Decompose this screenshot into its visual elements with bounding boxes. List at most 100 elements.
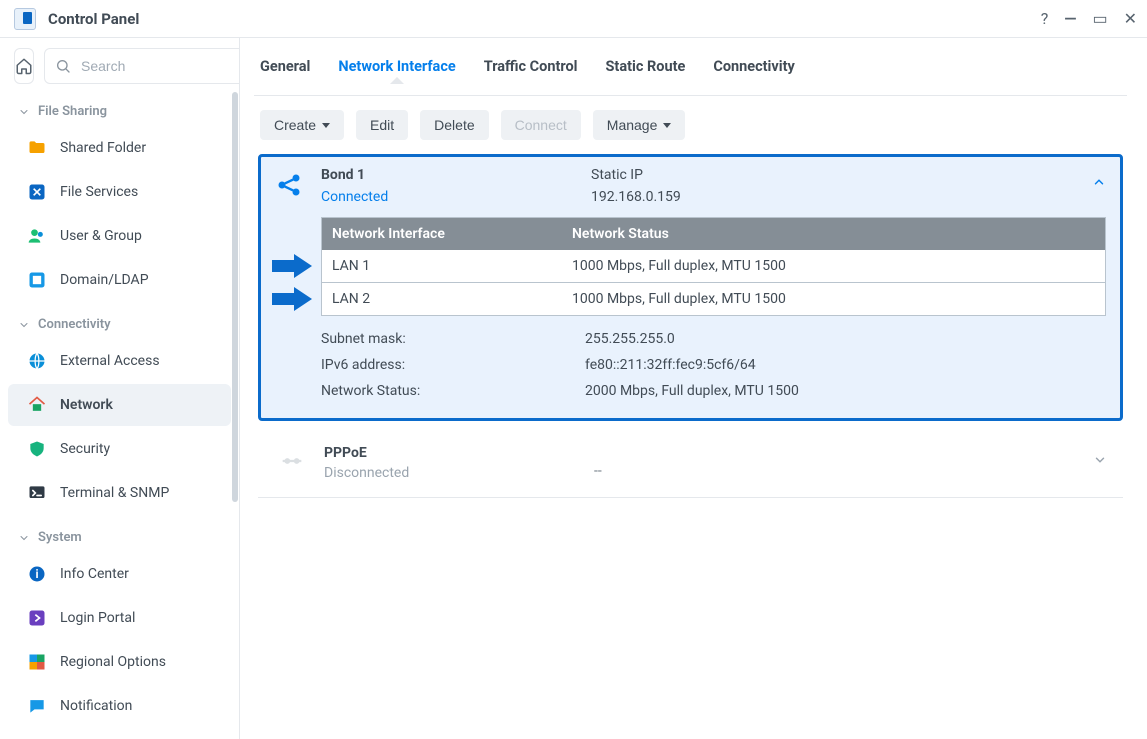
cell-status: 1000 Mbps, Full duplex, MTU 1500	[562, 250, 1105, 282]
login-portal-icon	[26, 607, 48, 629]
sidebar-item-user-group[interactable]: User & Group	[8, 215, 231, 257]
sidebar-item-label: Info Center	[60, 566, 129, 582]
bond-name: Bond 1	[321, 167, 591, 183]
chevron-down-icon	[322, 123, 330, 128]
tab-connectivity[interactable]: Connectivity	[713, 58, 794, 83]
terminal-icon	[26, 482, 48, 504]
sidebar-item-regional-options[interactable]: Regional Options	[8, 641, 231, 683]
section-label: Connectivity	[38, 317, 111, 332]
section-label: System	[38, 530, 82, 545]
sidebar-item-external-access[interactable]: External Access	[8, 340, 231, 382]
bond-ip-mode: Static IP	[591, 167, 1104, 183]
home-button[interactable]	[14, 48, 34, 84]
th-network-status: Network Status	[562, 218, 1105, 250]
bond-card[interactable]: Bond 1 Connected Static IP 192.168.0.159…	[258, 154, 1123, 421]
cell-status: 1000 Mbps, Full duplex, MTU 1500	[562, 283, 1105, 315]
sidebar-item-label: Domain/LDAP	[60, 272, 149, 288]
maximize-icon[interactable]: ▭	[1092, 9, 1107, 28]
tab-traffic-control[interactable]: Traffic Control	[484, 58, 578, 83]
table-header: Network Interface Network Status	[322, 218, 1105, 250]
sidebar-item-shared-folder[interactable]: Shared Folder	[8, 127, 231, 169]
file-services-icon	[26, 181, 48, 203]
sidebar-item-login-portal[interactable]: Login Portal	[8, 597, 231, 639]
share-icon	[275, 171, 303, 203]
sidebar-item-label: File Services	[60, 184, 138, 200]
bond-status: Connected	[321, 189, 591, 205]
window-controls: ? — ▭ ✕	[1041, 9, 1137, 28]
toolbar: Create Edit Delete Connect Manage	[254, 96, 1127, 154]
sidebar-item-security[interactable]: Security	[8, 428, 231, 470]
users-icon	[26, 225, 48, 247]
detail-key-subnet: Subnet mask:	[321, 331, 585, 347]
pppoe-status: Disconnected	[324, 465, 594, 481]
chevron-up-icon	[18, 106, 30, 118]
th-network-interface: Network Interface	[322, 218, 562, 250]
connect-button[interactable]: Connect	[501, 110, 581, 140]
section-file-sharing[interactable]: File Sharing	[0, 90, 239, 125]
shield-icon	[26, 438, 48, 460]
sidebar-item-label: Notification	[60, 698, 132, 714]
delete-button[interactable]: Delete	[420, 110, 488, 140]
sidebar: File Sharing Shared Folder File Services…	[0, 38, 240, 739]
cell-iface: LAN 2	[322, 283, 562, 315]
search-box[interactable]	[44, 48, 240, 84]
window-title: Control Panel	[48, 10, 139, 28]
pppoe-value: --	[594, 463, 1107, 479]
manage-button[interactable]: Manage	[593, 110, 686, 140]
sidebar-item-terminal-snmp[interactable]: Terminal & SNMP	[8, 472, 231, 514]
search-icon	[55, 58, 71, 74]
detail-val-ipv6: fe80::211:32ff:fec9:5cf6/64	[585, 357, 756, 373]
tabs: General Network Interface Traffic Contro…	[254, 38, 1127, 96]
collapse-button[interactable]	[1092, 175, 1106, 192]
main-content: General Network Interface Traffic Contro…	[240, 38, 1147, 707]
sidebar-item-file-services[interactable]: File Services	[8, 171, 231, 213]
info-icon: i	[26, 563, 48, 585]
search-input[interactable]	[79, 57, 240, 75]
domain-icon	[26, 269, 48, 291]
help-icon[interactable]: ?	[1041, 9, 1049, 28]
titlebar: Control Panel ? — ▭ ✕	[0, 0, 1147, 38]
bond-details: Subnet mask: 255.255.255.0 IPv6 address:…	[321, 326, 1106, 404]
network-icon	[26, 394, 48, 416]
interface-table: Network Interface Network Status LAN 1 1…	[321, 217, 1106, 316]
sidebar-item-network[interactable]: Network	[8, 384, 231, 426]
detail-key-netstat: Network Status:	[321, 383, 585, 399]
close-icon[interactable]: ✕	[1124, 9, 1137, 28]
control-panel-icon	[14, 8, 36, 30]
svg-text:i: i	[35, 567, 38, 581]
section-connectivity[interactable]: Connectivity	[0, 303, 239, 338]
btn-label: Manage	[607, 117, 658, 133]
sidebar-item-label: External Access	[60, 353, 160, 369]
chat-icon	[26, 695, 48, 717]
pppoe-row[interactable]: PPPoE Disconnected --	[258, 435, 1123, 498]
tab-network-interface[interactable]: Network Interface	[338, 58, 455, 83]
chevron-up-icon	[18, 319, 30, 331]
detail-key-ipv6: IPv6 address:	[321, 357, 585, 373]
chevron-up-icon	[1092, 175, 1106, 189]
chevron-down-icon	[663, 123, 671, 128]
create-button[interactable]: Create	[260, 110, 344, 140]
pppoe-title: PPPoE	[324, 445, 594, 461]
sidebar-item-notification[interactable]: Notification	[8, 685, 231, 727]
section-system[interactable]: System	[0, 516, 239, 551]
detail-val-netstat: 2000 Mbps, Full duplex, MTU 1500	[585, 383, 799, 399]
regional-icon	[26, 651, 48, 673]
bond-ip: 192.168.0.159	[591, 189, 1104, 205]
sidebar-item-info-center[interactable]: i Info Center	[8, 553, 231, 595]
tab-static-route[interactable]: Static Route	[606, 58, 686, 83]
btn-label: Create	[274, 117, 316, 133]
sidebar-scrollbar[interactable]	[232, 92, 238, 502]
expand-button[interactable]	[1093, 453, 1107, 471]
sidebar-item-label: Regional Options	[60, 654, 166, 670]
sidebar-item-label: Login Portal	[60, 610, 135, 626]
table-row[interactable]: LAN 2 1000 Mbps, Full duplex, MTU 1500	[322, 283, 1105, 316]
sidebar-item-label: Shared Folder	[60, 140, 146, 156]
sidebar-item-label: Network	[60, 397, 113, 413]
home-icon	[15, 57, 33, 75]
edit-button[interactable]: Edit	[356, 110, 408, 140]
table-row[interactable]: LAN 1 1000 Mbps, Full duplex, MTU 1500	[322, 250, 1105, 283]
sidebar-item-domain-ldap[interactable]: Domain/LDAP	[8, 259, 231, 301]
section-label: File Sharing	[38, 104, 107, 119]
tab-general[interactable]: General	[260, 58, 310, 83]
minimize-icon[interactable]: —	[1064, 9, 1076, 28]
